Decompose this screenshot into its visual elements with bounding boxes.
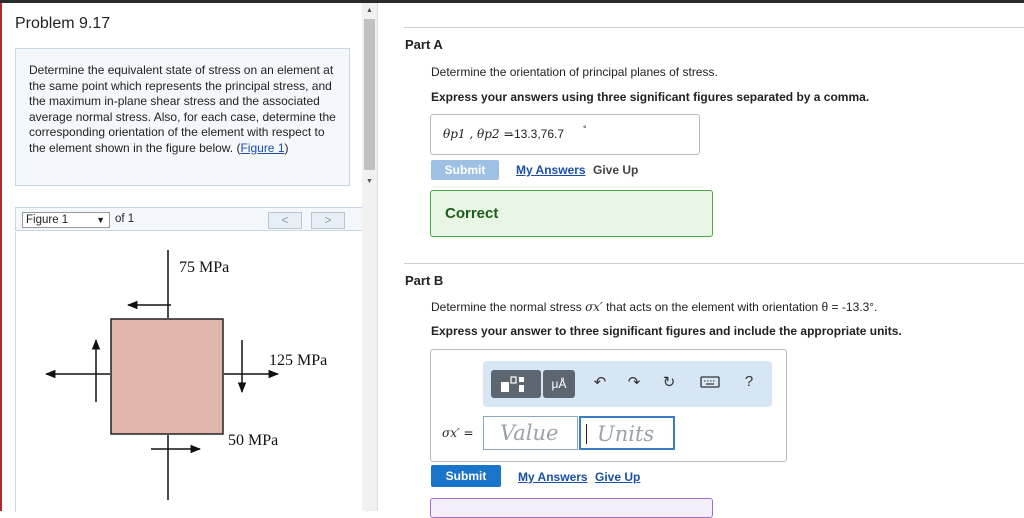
part-a-submit-button[interactable]: Submit	[431, 160, 499, 180]
text-cursor	[586, 424, 587, 444]
part-b-format: Express your answer to three significant…	[431, 324, 902, 338]
part-b-divider	[404, 263, 1024, 264]
part-a-instruction: Determine the orientation of principal p…	[431, 65, 718, 79]
correct-text: Correct	[445, 205, 499, 222]
part-b-answer-label: σx′ =	[442, 426, 474, 440]
part-b-title: Part B	[405, 273, 444, 288]
undo-icon[interactable]: ↶	[589, 373, 611, 391]
part-b-instruction: Determine the normal stress σx′ that act…	[431, 300, 877, 314]
label-bottom-stress: 50 MPa	[228, 432, 278, 449]
part-a-answer-value: -13.3,76.7	[510, 127, 565, 141]
figure-area: 75 MPa 125 MPa 50 MPa	[15, 232, 367, 512]
figure-link-close: )	[284, 140, 289, 155]
reset-icon[interactable]: ↻	[658, 373, 680, 391]
templates-icon	[501, 376, 524, 392]
problem-statement: Determine the equivalent state of stress…	[15, 48, 350, 186]
next-figure-button[interactable]: >	[311, 212, 345, 229]
value-placeholder: Value	[500, 421, 559, 445]
part-a-give-up-link[interactable]: Give Up	[593, 163, 638, 177]
part-b-instruction-pre: Determine the normal stress	[431, 300, 586, 314]
templates-button[interactable]	[491, 370, 541, 398]
scrollbar-thumb[interactable]	[364, 19, 375, 170]
redo-icon[interactable]: ↷	[623, 373, 645, 391]
units-placeholder: Units	[597, 422, 655, 446]
math-toolbar: μÅ ↶ ↷ ↻ ?	[483, 361, 772, 407]
part-b-give-up-link[interactable]: Give Up	[595, 470, 640, 484]
figure-count: of 1	[115, 213, 135, 225]
part-a-my-answers-link[interactable]: My Answers	[516, 163, 586, 177]
value-input[interactable]: Value	[483, 416, 578, 450]
problem-text: Determine the equivalent state of stress…	[29, 63, 336, 155]
figure-navigation: Figure 1 ▼ of 1 < >	[15, 207, 367, 231]
part-b-instruction-post: that acts on the element with orientatio…	[602, 300, 878, 314]
part-a-divider	[404, 27, 1024, 28]
scroll-down-icon[interactable]: ▼	[364, 176, 375, 188]
part-a-answer-box: θp1 , θp2 = -13.3,76.7 °	[430, 114, 700, 155]
stress-element	[110, 318, 224, 435]
figure-select[interactable]: Figure 1 ▼	[22, 212, 110, 228]
label-top-stress: 75 MPa	[179, 259, 229, 276]
stress-element-figure: 75 MPa 125 MPa 50 MPa	[44, 250, 327, 500]
chevron-down-icon: ▼	[96, 215, 105, 225]
units-input[interactable]: Units	[579, 416, 675, 450]
part-b-submit-button[interactable]: Submit	[431, 465, 501, 487]
help-icon[interactable]: ?	[738, 373, 760, 390]
part-a-format: Express your answers using three signifi…	[431, 90, 870, 104]
figure-select-value: Figure 1	[26, 214, 69, 226]
part-a-title: Part A	[405, 37, 443, 52]
part-a-answer-label: θp1 , θp2 =	[443, 127, 514, 141]
units-button[interactable]: μÅ	[543, 370, 575, 398]
part-b-my-answers-link[interactable]: My Answers	[518, 470, 588, 484]
problem-panel: Problem 9.17 Determine the equivalent st…	[2, 3, 367, 512]
sigma-symbol: σx′	[585, 300, 603, 314]
label-right-stress: 125 MPa	[269, 352, 327, 369]
part-a-answer-unit: °	[583, 124, 587, 134]
panel-divider	[377, 3, 378, 511]
next-part-box	[430, 498, 713, 518]
previous-figure-button[interactable]: <	[268, 212, 302, 229]
problem-title: Problem 9.17	[15, 15, 111, 32]
scroll-up-icon[interactable]: ▲	[364, 5, 375, 17]
part-a-correct-banner: Correct	[430, 190, 713, 237]
figure-link[interactable]: Figure 1	[240, 141, 284, 155]
keyboard-icon[interactable]	[699, 375, 721, 393]
